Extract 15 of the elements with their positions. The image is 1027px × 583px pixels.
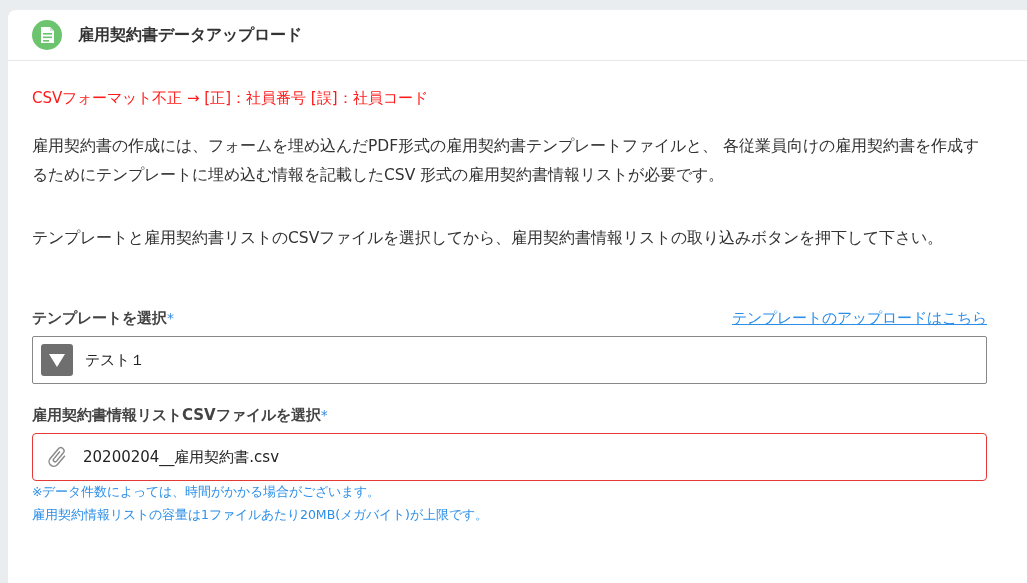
description-text: テンプレートと雇用契約書リストのCSVファイルを選択してから、雇用契約書情報リストの取り込みボタンを押下して下さい。 bbox=[32, 228, 945, 249]
note-text: 雇用契約情報リストの容量は1ファイルあたり20MB(メガバイト)が上限です。 bbox=[32, 507, 489, 524]
required-mark: * bbox=[320, 407, 328, 423]
field-label: テンプレートを選択 bbox=[32, 309, 167, 328]
field-label: 雇用契約書情報リストCSVファイルを選択 bbox=[32, 406, 321, 425]
error-message: CSVフォーマット不正 → [正]：社員番号 [誤]：社員コード bbox=[32, 89, 429, 108]
template-select[interactable]: テスト１ bbox=[32, 336, 987, 384]
document-icon bbox=[32, 20, 62, 50]
dropdown-icon bbox=[41, 344, 73, 376]
upload-link[interactable]: テンプレートのアップロードはこちら bbox=[732, 309, 987, 328]
description-text: 雇用契約書の作成には、フォームを埋め込んだPDF形式の雇用契約書テンプレートファイルと、 各従業員向けの雇用契約書を作成するためにテンプレートに埋め込む情報を記載したCSV 形式の雇用契約書情報リストが必要です。 bbox=[32, 136, 981, 186]
panel-title: 雇用契約書データアップロード bbox=[78, 24, 302, 46]
required-mark: * bbox=[167, 310, 174, 326]
file-field[interactable]: 20200204__雇用契約書.csv bbox=[32, 433, 987, 481]
note-text: ※データ件数によっては、時間がかかる場合がございます。 bbox=[32, 484, 382, 501]
